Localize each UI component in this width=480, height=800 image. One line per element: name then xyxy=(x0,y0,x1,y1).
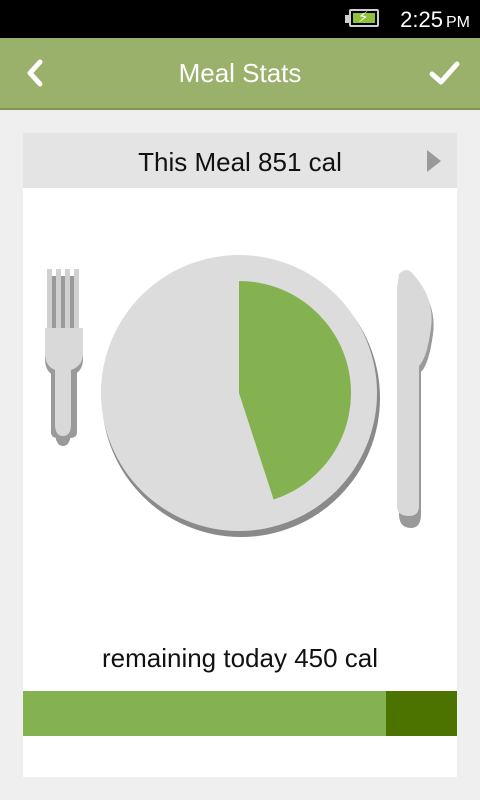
confirm-button[interactable] xyxy=(424,56,464,90)
next-meal-button[interactable] xyxy=(425,149,443,173)
meal-stats-card: This Meal 851 cal remaining today 450 ca… xyxy=(23,133,457,777)
app-bar: Meal Stats xyxy=(0,38,480,110)
page-title: Meal Stats xyxy=(178,58,302,88)
meal-header: This Meal 851 cal xyxy=(23,133,457,188)
clock-ampm: PM xyxy=(446,14,470,31)
knife-icon xyxy=(397,270,434,528)
clock: 2:25 PM xyxy=(400,7,470,33)
meal-calories-label: This Meal 851 cal xyxy=(138,147,342,177)
clock-time: 2:25 xyxy=(400,7,443,32)
remaining-calories-label: remaining today 450 cal xyxy=(101,643,379,673)
triangle-right-icon xyxy=(427,150,441,172)
fork-icon xyxy=(45,269,83,446)
daily-progress-bar xyxy=(23,691,457,736)
daily-progress-fill xyxy=(23,691,386,736)
plate-icon xyxy=(101,255,380,537)
checkmark-icon xyxy=(429,61,460,85)
battery-charging-icon: ⚡ xyxy=(345,8,379,27)
meal-illustration xyxy=(45,255,434,537)
status-bar: ⚡ 2:25 PM xyxy=(0,0,480,38)
